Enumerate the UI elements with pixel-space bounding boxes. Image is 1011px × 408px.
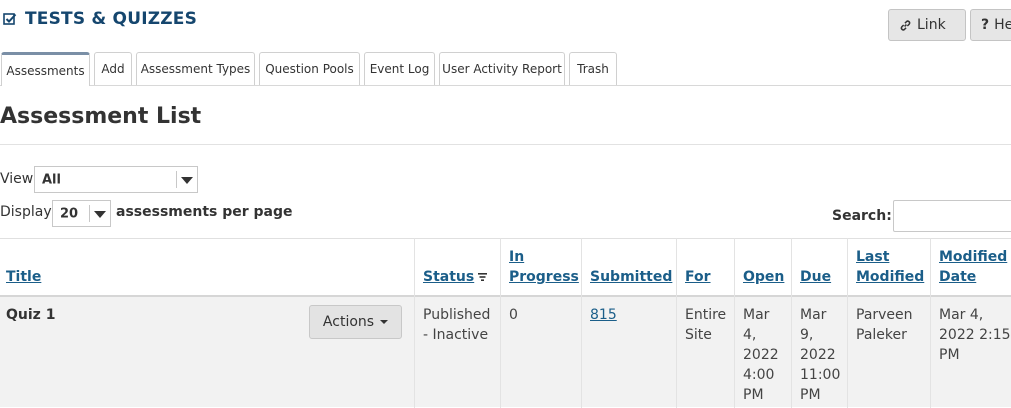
tool-tabs: Assessments Add Assessment Types Questio… (0, 52, 1011, 86)
page-size-select[interactable]: 20 (52, 200, 111, 227)
search-label: Search: (832, 208, 892, 224)
chevron-down-icon (181, 176, 193, 184)
column-header-modified-date[interactable]: Modified Date (939, 247, 1007, 287)
divider (0, 144, 1011, 145)
caret-down-icon (380, 320, 389, 324)
link-icon (900, 19, 911, 31)
assessment-last-modified-by: Parveen Paleker (856, 307, 913, 343)
view-select[interactable]: All (34, 166, 198, 193)
tab-assessment-types[interactable]: Assessment Types (136, 52, 255, 85)
tab-event-log[interactable]: Event Log (364, 52, 435, 85)
assessment-title: Quiz 1 (6, 307, 56, 323)
assessment-modified-date: Mar 4, 2022 2:15 PM (939, 307, 1011, 363)
tab-trash[interactable]: Trash (569, 52, 617, 85)
help-button[interactable]: ? He (970, 9, 1011, 41)
per-page-label: assessments per page (116, 204, 293, 220)
assessment-due-date: Mar 9, 2022 11:00 PM (800, 307, 841, 403)
table-header-border (0, 295, 1011, 297)
page-size-value: 20 (60, 206, 79, 221)
column-header-status[interactable]: Status (423, 267, 488, 287)
column-header-submitted[interactable]: Submitted (590, 267, 672, 287)
assessment-status: Published - Inactive (423, 307, 491, 343)
table-top-border (0, 238, 1011, 239)
chevron-down-icon (94, 210, 106, 218)
column-header-last-modified[interactable]: Last Modified (856, 247, 924, 287)
link-button-label: Link (917, 17, 946, 33)
column-header-title[interactable]: Title (6, 267, 41, 287)
actions-button-label: Actions (322, 314, 375, 330)
tool-title-text: TESTS & QUIZZES (25, 9, 198, 29)
column-header-open[interactable]: Open (743, 267, 784, 287)
column-header-in-progress[interactable]: In Progress (509, 247, 579, 287)
help-icon: ? (981, 17, 990, 33)
column-header-for[interactable]: For (685, 267, 711, 287)
view-label: View (0, 171, 34, 187)
tab-question-pools[interactable]: Question Pools (259, 52, 360, 85)
view-select-value: All (42, 172, 61, 187)
checkbox-checked-icon (3, 13, 17, 25)
search-input[interactable] (893, 200, 1011, 232)
help-button-label: He (994, 17, 1011, 33)
assessment-open-date: Mar 4, 2022 4:00 PM (743, 307, 779, 403)
display-label: Display (0, 204, 52, 220)
assessment-for: Entire Site (685, 307, 727, 343)
tab-user-activity-report[interactable]: User Activity Report (439, 52, 565, 85)
page-title: Assessment List (0, 104, 202, 129)
actions-button[interactable]: Actions (309, 305, 402, 339)
assessment-in-progress: 0 (509, 307, 518, 323)
column-header-status-label: Status (423, 269, 475, 285)
tab-assessments[interactable]: Assessments (1, 52, 90, 86)
assessment-submitted-link[interactable]: 815 (590, 305, 617, 325)
tab-add[interactable]: Add (94, 52, 132, 85)
link-button[interactable]: Link (888, 9, 966, 41)
sort-icon (478, 273, 488, 281)
column-header-due[interactable]: Due (800, 267, 831, 287)
tool-title: TESTS & QUIZZES (3, 9, 197, 29)
